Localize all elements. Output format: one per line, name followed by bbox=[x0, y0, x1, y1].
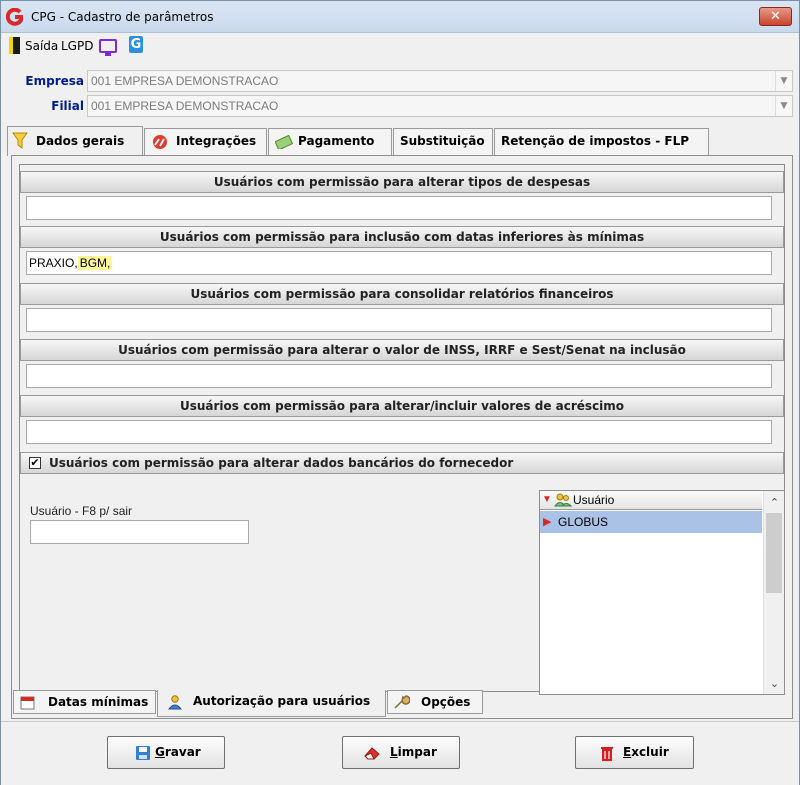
floppy-disk-icon bbox=[136, 746, 150, 760]
tab-label: Integrações bbox=[176, 134, 257, 148]
delete-button[interactable]: Excluir bbox=[575, 736, 694, 769]
tab-label: Retenção de impostos - FLP bbox=[501, 134, 690, 148]
scroll-thumb[interactable] bbox=[766, 513, 782, 593]
sub-tabs: Datas mínimas Autorização para usuários … bbox=[13, 690, 613, 717]
section-header-acrescimo: Usuários com permissão para alterar/incl… bbox=[20, 395, 784, 417]
monitor-icon[interactable] bbox=[99, 39, 117, 56]
save-button-key: G bbox=[155, 745, 165, 759]
tab-datas-minimas[interactable]: Datas mínimas bbox=[13, 690, 156, 714]
datas-inferiores-users-input[interactable]: PRAXIO, BGM, bbox=[26, 251, 772, 275]
save-button-label: ravar bbox=[164, 745, 201, 759]
clear-button-key: L bbox=[390, 745, 398, 759]
tipos-despesas-users-input[interactable] bbox=[26, 196, 772, 220]
inss-irrf-users-input[interactable] bbox=[26, 364, 772, 388]
delete-button-key: E bbox=[623, 745, 632, 759]
sort-down-icon[interactable]: ▼ bbox=[542, 491, 552, 509]
users-grid-header[interactable]: ▼ Usuário bbox=[540, 491, 762, 510]
section-header-inss-irrf: Usuários com permissão para alterar o va… bbox=[20, 339, 784, 361]
calendar-icon bbox=[20, 696, 35, 710]
empresa-select[interactable]: 001 EMPRESA DEMONSTRACAO ▼ bbox=[87, 70, 793, 92]
tab-label: Datas mínimas bbox=[48, 695, 149, 709]
tab-retencao-impostos[interactable]: Retenção de impostos - FLP bbox=[494, 128, 709, 155]
grid-column-usuario: Usuário bbox=[573, 493, 615, 507]
highlighted-user-text: BGM, bbox=[77, 256, 113, 270]
window-title: CPG - Cadastro de parâmetros bbox=[31, 10, 214, 24]
trash-icon bbox=[601, 747, 613, 761]
tab-dados-gerais[interactable]: Dados gerais bbox=[7, 126, 143, 156]
users-grid: ▼ Usuário ▶ GLOBUS ⌃ ⌄ bbox=[539, 490, 785, 695]
grid-scrollbar[interactable]: ⌃ ⌄ bbox=[763, 491, 784, 694]
tab-label: Opções bbox=[421, 695, 471, 709]
tab-substituicao[interactable]: Substituição bbox=[393, 128, 493, 155]
close-button[interactable]: ✕ bbox=[759, 7, 792, 26]
clear-button-label: impar bbox=[397, 745, 437, 759]
exit-icon[interactable] bbox=[9, 37, 20, 54]
filter-icon bbox=[12, 132, 28, 149]
integration-icon bbox=[153, 135, 167, 149]
scroll-down-icon[interactable]: ⌄ bbox=[768, 677, 781, 690]
empresa-label: Empresa bbox=[25, 74, 84, 88]
dados-bancarios-checkbox[interactable]: ✔ bbox=[29, 457, 41, 469]
table-row[interactable]: ▶ GLOBUS bbox=[540, 511, 762, 533]
tab-label: Dados gerais bbox=[36, 134, 125, 148]
tab-label: Substituição bbox=[400, 134, 485, 148]
money-icon bbox=[275, 135, 293, 149]
usuario-input-label: Usuário - F8 p/ sair bbox=[30, 504, 133, 518]
title-bar: CPG - Cadastro de parâmetros ✕ bbox=[1, 1, 799, 33]
chevron-down-icon[interactable]: ▼ bbox=[775, 96, 792, 116]
user-icon bbox=[168, 695, 182, 710]
tab-label: Pagamento bbox=[298, 134, 375, 148]
section-header-datas-inferiores: Usuários com permissão para inclusão com… bbox=[20, 226, 784, 248]
empresa-value: 001 EMPRESA DEMONSTRACAO bbox=[91, 74, 279, 88]
clear-button[interactable]: Limpar bbox=[342, 736, 460, 769]
users-icon bbox=[554, 493, 572, 507]
exit-button[interactable]: Saída bbox=[25, 36, 58, 56]
consolidar-relatorios-users-input[interactable] bbox=[26, 308, 772, 332]
scroll-up-icon[interactable]: ⌃ bbox=[768, 496, 781, 509]
main-tabs: Dados gerais Integrações Pagamento Subst… bbox=[7, 126, 797, 156]
filial-label: Filial bbox=[51, 99, 84, 113]
save-button[interactable]: Gravar bbox=[107, 736, 225, 769]
filial-select[interactable]: 001 EMPRESA DEMONSTRACAO ▼ bbox=[87, 95, 793, 117]
user-list-text: PRAXIO, bbox=[29, 256, 78, 270]
tab-label: Autorização para usuários bbox=[193, 694, 371, 708]
tab-content-panel: Usuários com permissão para alterar tipo… bbox=[11, 155, 793, 719]
footer-bar: Gravar Limpar Excluir bbox=[1, 721, 799, 785]
current-row-arrow-icon: ▶ bbox=[543, 516, 552, 528]
delete-button-label: xcluir bbox=[631, 745, 669, 759]
tab-autorizacao-usuarios[interactable]: Autorização para usuários bbox=[157, 690, 386, 717]
wrench-icon bbox=[394, 695, 410, 709]
dados-bancarios-label: Usuários com permissão para alterar dado… bbox=[49, 456, 514, 470]
acrescimo-users-input[interactable] bbox=[26, 420, 772, 444]
section-header-dados-bancarios: Usuários com permissão para alterar dado… bbox=[20, 452, 784, 474]
usuario-input[interactable] bbox=[30, 520, 249, 544]
section-header-tipos-despesas: Usuários com permissão para alterar tipo… bbox=[20, 171, 784, 193]
app-logo-icon bbox=[6, 8, 23, 26]
section-header-consolidar-relatorios: Usuários com permissão para consolidar r… bbox=[20, 283, 784, 305]
table-cell-usuario: GLOBUS bbox=[558, 515, 609, 529]
lgpd-button[interactable]: LGPD bbox=[61, 36, 93, 56]
authorization-panel: Usuários com permissão para alterar tipo… bbox=[19, 164, 785, 695]
tab-opcoes[interactable]: Opções bbox=[387, 690, 483, 714]
filial-value: 001 EMPRESA DEMONSTRACAO bbox=[91, 99, 279, 113]
main-window: CPG - Cadastro de parâmetros ✕ Saída LGP… bbox=[0, 0, 800, 785]
eraser-icon bbox=[364, 747, 380, 760]
globus-icon[interactable]: G bbox=[129, 36, 143, 53]
tab-integracoes[interactable]: Integrações bbox=[144, 128, 267, 155]
tab-pagamento[interactable]: Pagamento bbox=[268, 128, 392, 155]
chevron-down-icon[interactable]: ▼ bbox=[775, 71, 792, 91]
